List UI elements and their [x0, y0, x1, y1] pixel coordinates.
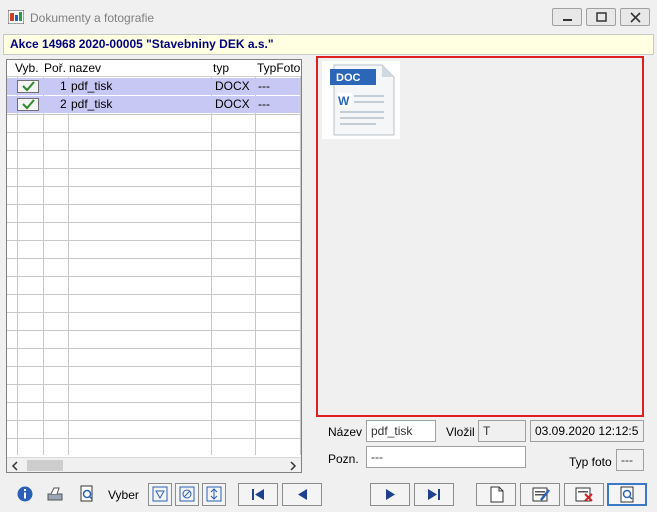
last-icon	[428, 489, 440, 500]
last-record-button[interactable]	[414, 483, 454, 506]
row-name: pdf_tisk	[71, 97, 113, 111]
grid-row-line	[7, 294, 301, 295]
grid-row-line	[7, 132, 301, 133]
column-header-photo-type[interactable]: TypFoto	[257, 61, 300, 75]
row-order: 2	[60, 97, 67, 111]
row-photo-type: ---	[258, 97, 270, 111]
scroll-right-icon	[290, 461, 297, 471]
grid-header: Vyb. Poř. nazev typ TypFoto	[7, 60, 301, 77]
select-label: Vyber	[108, 488, 139, 502]
window-title: Dokumenty a fotografie	[30, 11, 155, 25]
maximize-button[interactable]	[586, 8, 616, 26]
delete-document-button[interactable]	[564, 483, 604, 506]
preview-button[interactable]	[78, 485, 96, 503]
documents-grid[interactable]: Vyb. Poř. nazev typ TypFoto 1 pdf_tisk D…	[6, 59, 302, 473]
view-document-icon	[620, 486, 634, 503]
previous-icon	[298, 489, 307, 500]
name-field[interactable]: pdf_tisk	[366, 420, 436, 442]
scrollbar-thumb[interactable]	[27, 460, 63, 471]
first-icon	[252, 489, 264, 500]
select-filter-button[interactable]	[148, 483, 172, 506]
inserted-by-field[interactable]: T	[478, 420, 526, 442]
grid-row-line	[7, 312, 301, 313]
horizontal-scrollbar[interactable]	[7, 457, 301, 472]
scanner-icon	[47, 487, 63, 501]
grid-row-line	[7, 222, 301, 223]
new-document-button[interactable]	[476, 483, 516, 506]
filter-icon	[152, 486, 168, 502]
grid-row-line	[7, 240, 301, 241]
previous-record-button[interactable]	[282, 483, 322, 506]
grid-row-line	[7, 276, 301, 277]
column-header-type[interactable]: typ	[213, 61, 229, 75]
word-document-icon: DOC W	[330, 64, 395, 136]
info-icon	[17, 486, 33, 502]
row-type: DOCX	[215, 97, 250, 111]
svg-text:DOC: DOC	[336, 72, 361, 84]
minimize-button[interactable]	[552, 8, 582, 26]
edit-icon	[532, 487, 550, 502]
grid-row-line	[7, 348, 301, 349]
grid-row-line	[7, 114, 301, 115]
delete-icon	[575, 487, 593, 502]
invert-selection-button[interactable]	[202, 483, 226, 506]
grid-row-line	[7, 186, 301, 187]
view-document-button[interactable]	[607, 483, 647, 506]
deselect-icon	[179, 486, 195, 502]
edit-document-button[interactable]	[520, 483, 560, 506]
inserted-by-label: Vložil	[446, 425, 475, 439]
new-document-icon	[490, 486, 504, 503]
grid-row-line	[7, 366, 301, 367]
grid-row-line	[7, 420, 301, 421]
svg-text:W: W	[338, 94, 350, 108]
first-record-button[interactable]	[238, 483, 278, 506]
next-record-button[interactable]	[370, 483, 410, 506]
scroll-left-icon	[11, 461, 18, 471]
photo-type-label: Typ foto	[569, 455, 612, 469]
action-header-text: Akce 14968 2020-00005 "Stavebniny DEK a.…	[10, 37, 274, 51]
row-select-checkbox[interactable]	[17, 98, 39, 111]
column-header-select[interactable]: Vyb.	[15, 61, 39, 75]
grid-row-line	[7, 438, 301, 439]
grid-row-line	[7, 168, 301, 169]
info-button[interactable]	[16, 485, 34, 503]
column-header-order[interactable]: Poř.	[44, 61, 66, 75]
scan-button[interactable]	[46, 485, 64, 503]
deselect-button[interactable]	[175, 483, 199, 506]
magnifier-document-icon	[80, 485, 93, 502]
app-icon	[7, 9, 25, 25]
row-select-checkbox[interactable]	[17, 80, 39, 93]
row-photo-type: ---	[258, 79, 270, 93]
row-type: DOCX	[215, 79, 250, 93]
invert-selection-icon	[206, 486, 222, 502]
grid-row-line	[7, 258, 301, 259]
date-field[interactable]: 03.09.2020 12:12:5	[530, 420, 644, 442]
next-icon	[386, 489, 395, 500]
grid-row-line	[7, 330, 301, 331]
name-label: Název	[328, 425, 363, 439]
close-button[interactable]	[620, 8, 650, 26]
minimize-icon	[563, 19, 572, 21]
table-row[interactable]: 1 pdf_tisk DOCX ---	[7, 78, 300, 95]
column-header-name[interactable]: nazev	[69, 61, 101, 75]
row-name: pdf_tisk	[71, 79, 113, 93]
close-icon	[630, 12, 641, 23]
checkmark-icon	[22, 99, 35, 110]
grid-row-line	[7, 204, 301, 205]
grid-row-line	[7, 402, 301, 403]
grid-row-line	[7, 150, 301, 151]
note-label: Pozn.	[328, 452, 359, 466]
table-row[interactable]: 2 pdf_tisk DOCX ---	[7, 96, 300, 113]
row-order: 1	[60, 79, 67, 93]
photo-type-field[interactable]: ---	[616, 449, 644, 471]
grid-row-line	[7, 384, 301, 385]
document-thumbnail[interactable]: DOC W	[322, 61, 400, 139]
checkmark-icon	[22, 81, 35, 92]
maximize-icon	[596, 12, 607, 22]
note-field[interactable]: ---	[366, 446, 526, 468]
